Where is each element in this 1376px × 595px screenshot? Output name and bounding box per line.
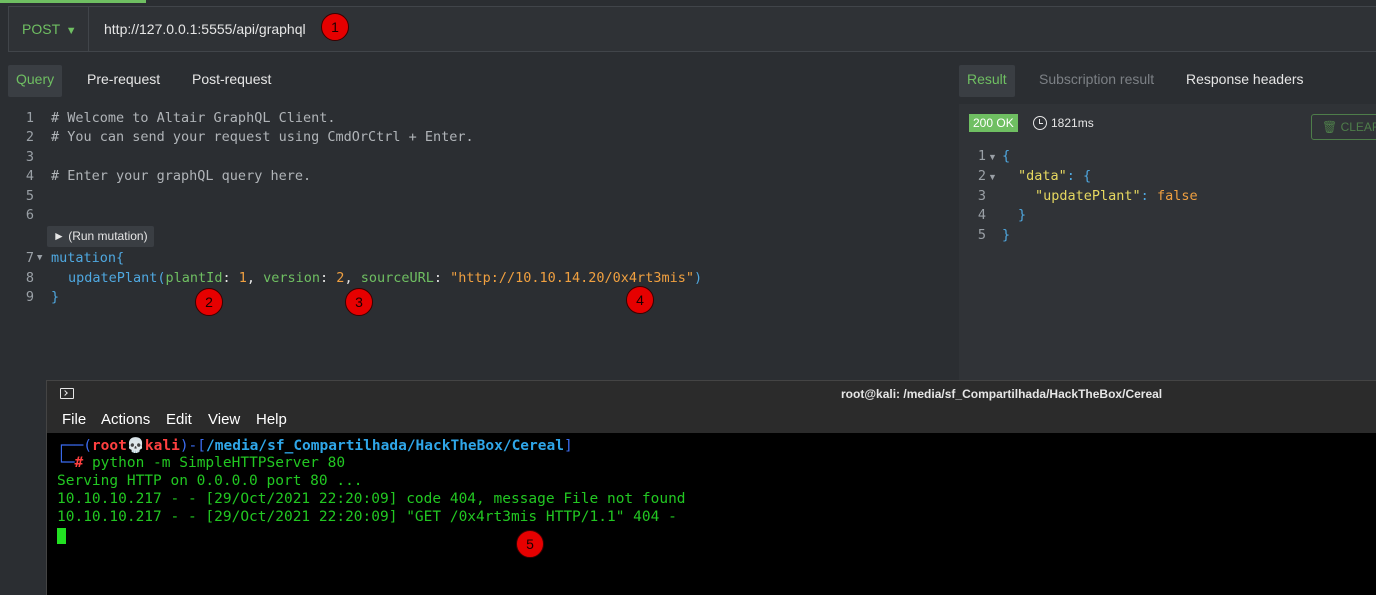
tab-subscription-result[interactable]: Subscription result [1031,65,1162,97]
terminal-line: 10.10.10.217 - - [29/Oct/2021 22:20:09] … [57,509,677,525]
fold-arrow-icon[interactable]: ▼ [988,172,997,182]
line-number: 2 [25,129,34,145]
line-number: 6 [25,207,34,223]
code-value: "http://10.10.14.20/0x4rt3mis" [450,270,694,286]
terminal-prompt: ┌──(root💀kali)-[/media/sf_Compartilhada/… [57,438,573,454]
terminal-output[interactable]: ┌──(root💀kali)-[/media/sf_Compartilhada/… [51,433,1376,595]
tab-result[interactable]: Result [959,65,1015,97]
query-editor[interactable]: 1 2 3 4 5 6 7 ▼ 8 9 # Welcome to Altair … [0,106,945,316]
menu-help[interactable]: Help [256,407,287,433]
fold-arrow-icon[interactable]: ▼ [37,253,42,263]
terminal-command-line: └─# python -m SimpleHTTPServer 80 [57,455,346,471]
background-strip [0,380,46,595]
clear-button[interactable]: 🗑 CLEAR [1311,114,1376,140]
clear-label: CLEAR [1340,120,1376,134]
url-input[interactable]: http://127.0.0.1:5555/api/graphql [104,7,306,51]
code-comment: # You can send your request using CmdOrC… [51,129,474,145]
tab-pre-request[interactable]: Pre-request [79,65,168,97]
code-closing-brace: } [51,289,60,305]
line-number: 2 [977,168,986,184]
method-label: POST [22,21,60,37]
json-brace: } [1018,207,1027,223]
menu-file[interactable]: File [62,407,86,433]
json-line: "data": { [1018,168,1092,184]
response-time: 1821ms [1033,114,1094,132]
chevron-down-icon: ▼ [65,25,77,37]
result-panel [959,104,1376,380]
code-function: updatePlant( [68,270,166,286]
terminal-line: 10.10.10.217 - - [29/Oct/2021 22:20:09] … [57,491,686,507]
url-bar: POST ▼ http://127.0.0.1:5555/api/graphql [8,6,1376,52]
code-arg: plantId [165,270,223,286]
tab-post-request[interactable]: Post-request [184,65,279,97]
code-comment: # Welcome to Altair GraphQL Client. [51,110,336,126]
line-number: 7 [25,250,34,266]
code-mutation-keyword: mutation{ [51,250,125,266]
json-brace: { [1002,148,1011,164]
run-mutation-button[interactable]: ► (Run mutation) [47,226,154,247]
tab-query[interactable]: Query [8,65,63,97]
line-number: 5 [977,227,986,243]
annotation-marker-3: 3 [345,288,373,316]
code-arg: sourceURL [360,270,434,286]
method-select[interactable]: POST ▼ [9,7,89,51]
code-arg: version [263,270,321,286]
terminal-icon [60,388,74,399]
code-mutation-call: updatePlant(plantId: 1, version: 2, sour… [68,270,703,286]
line-number: 4 [977,207,986,223]
line-number: 3 [977,188,986,204]
line-number: 1 [977,148,986,164]
line-number: 3 [25,149,34,165]
terminal-window[interactable]: root@kali: /media/sf_Compartilhada/HackT… [46,380,1376,595]
code-comment: # Enter your graphQL query here. [51,168,312,184]
terminal-titlebar[interactable]: root@kali: /media/sf_Compartilhada/HackT… [47,381,1376,407]
json-value: false [1156,188,1198,204]
terminal-command: python -m SimpleHTTPServer 80 [91,455,346,471]
menu-edit[interactable]: Edit [166,407,192,433]
terminal-menubar: File Actions Edit View Help [47,407,1376,433]
line-number: 9 [25,289,34,305]
code-value: 1 [238,270,247,286]
line-number: 4 [25,168,34,184]
json-key: "updatePlant" [1035,188,1141,204]
tab-response-headers[interactable]: Response headers [1178,65,1312,97]
line-number: 1 [25,110,34,126]
line-number: 8 [25,270,34,286]
line-number: 5 [25,188,34,204]
terminal-title: root@kali: /media/sf_Compartilhada/HackT… [841,387,1163,401]
prompt-host: kali [144,438,180,454]
annotation-marker-2: 2 [195,288,223,316]
menu-actions[interactable]: Actions [101,407,150,433]
annotation-marker-4: 4 [626,286,654,314]
status-badge: 200 OK [969,114,1018,132]
json-key: "data" [1018,168,1067,184]
clock-icon [1033,116,1047,130]
fold-arrow-icon[interactable]: ▼ [988,152,997,162]
terminal-line: Serving HTTP on 0.0.0.0 port 80 ... [57,473,363,489]
json-line: "updatePlant": false [1035,188,1198,204]
response-time-value: 1821ms [1051,116,1094,130]
annotation-marker-1: 1 [321,13,349,41]
menu-view[interactable]: View [208,407,240,433]
prompt-path: /media/sf_Compartilhada/HackTheBox/Cerea… [206,438,564,454]
terminal-cursor [57,528,66,544]
prompt-user: root [91,438,127,454]
active-indicator [0,0,146,3]
skull-icon: 💀 [126,438,145,454]
json-brace: } [1002,227,1011,243]
annotation-marker-5: 5 [516,530,544,558]
